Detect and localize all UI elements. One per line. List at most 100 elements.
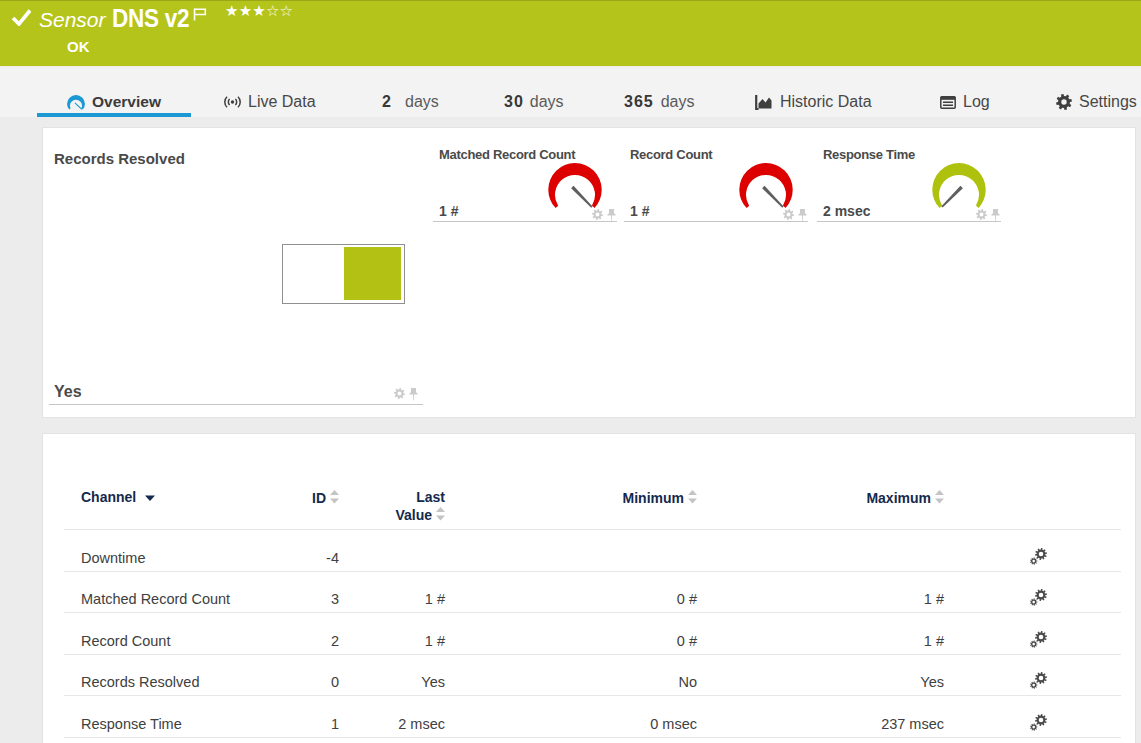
column-header-label-id: ID (312, 490, 326, 506)
tab-settings[interactable]: Settings (1056, 90, 1137, 114)
priority-flag-icon[interactable] (193, 7, 207, 25)
cell-minimum: 0 # (445, 571, 697, 613)
tab-365-days-label: days (661, 93, 695, 111)
tab-2-days-label: days (405, 93, 439, 111)
channels-table-header-row: Channel ID LastValue Minimum Maximum (64, 484, 1121, 530)
cell-id: 1 (249, 696, 339, 738)
column-header-channel[interactable]: Channel (64, 484, 249, 530)
gauge-widget-response-time: Response Time 2 msec (817, 140, 1001, 230)
sensor-status-header: Sensor DNS v2 ★★★☆☆ OK (0, 0, 1141, 66)
tab-log-label: Log (963, 93, 990, 111)
cell-last-value: 1 # (339, 613, 445, 655)
tab-365-days-number: 365 (624, 93, 654, 111)
gauge-needle (762, 186, 783, 208)
cell-channel[interactable]: Matched Record Count (64, 571, 249, 613)
tab-historic-data-label: Historic Data (780, 93, 872, 111)
widget-gear-icon[interactable] (976, 209, 987, 220)
column-header-last-value[interactable]: LastValue (339, 484, 445, 530)
cell-channel[interactable]: Records Resolved (64, 654, 249, 696)
cell-channel-settings (944, 654, 1121, 696)
cell-id: 3 (249, 571, 339, 613)
cell-last-value: 2 msec (339, 696, 445, 738)
channel-settings-gear-icon[interactable] (1030, 672, 1047, 689)
cell-maximum: 1 # (697, 571, 944, 613)
channel-settings-gear-icon[interactable] (1030, 589, 1047, 606)
gauge-value: 1 # (630, 203, 649, 219)
table-row[interactable]: Matched Record Count 3 1 # 0 # 1 # (64, 571, 1121, 613)
column-header-label-minimum: Minimum (623, 490, 684, 506)
column-header-label-last-line1: Last (416, 489, 445, 505)
column-header-id[interactable]: ID (249, 484, 339, 530)
cell-last-value (339, 530, 445, 572)
gauge-widget-underline (624, 221, 808, 222)
column-header-settings (944, 484, 1121, 530)
widget-pin-icon[interactable] (409, 388, 418, 401)
cell-maximum (697, 530, 944, 572)
widget-gear-icon[interactable] (783, 209, 794, 220)
cell-channel[interactable]: Record Count (64, 613, 249, 655)
widget-gear-icon[interactable] (394, 388, 405, 399)
log-icon (940, 96, 956, 109)
tab-30-days-label: days (530, 93, 564, 111)
tab-2-days[interactable]: 2 days (372, 90, 439, 114)
boolean-gauge-yes-block (344, 247, 401, 300)
tab-log[interactable]: Log (940, 90, 990, 114)
tab-2-days-number: 2 (372, 93, 392, 111)
cell-minimum: No (445, 654, 697, 696)
tab-365-days[interactable]: 365 days (624, 90, 695, 114)
sort-toggle-icon (935, 490, 944, 504)
cell-id: 0 (249, 654, 339, 696)
column-header-maximum[interactable]: Maximum (697, 484, 944, 530)
radial-gauge (548, 163, 602, 211)
gauge-title: Record Count (630, 147, 712, 162)
gauge-needle (941, 186, 962, 208)
table-row[interactable]: Record Count 2 1 # 0 # 1 # (64, 613, 1121, 655)
cell-maximum: 1 # (697, 613, 944, 655)
tab-30-days[interactable]: 30 days (504, 90, 564, 114)
cell-channel[interactable]: Downtime (64, 530, 249, 572)
table-row[interactable]: Records Resolved 0 Yes No Yes (64, 654, 1121, 696)
live-data-icon (224, 96, 241, 108)
page-title: Sensor DNS v2 (39, 1, 197, 39)
tab-live-data[interactable]: Live Data (224, 90, 316, 114)
sensor-kind-label: Sensor (39, 1, 106, 39)
cell-id: -4 (249, 530, 339, 572)
sensor-name: DNS v2 (112, 4, 189, 33)
historic-chart-icon (755, 95, 773, 110)
widget-gear-icon[interactable] (592, 209, 603, 220)
sort-toggle-icon (436, 507, 445, 521)
gauge-widget-underline (817, 221, 1001, 222)
tab-30-days-number: 30 (504, 93, 524, 111)
primary-channel-title: Records Resolved (54, 150, 185, 167)
primary-channel-value: Yes (54, 383, 82, 401)
primary-channel-widget-icons (394, 388, 418, 401)
radial-gauge (932, 163, 986, 211)
gauge-widget-matched-record-count: Matched Record Count 1 # (433, 140, 617, 230)
sort-toggle-icon (688, 490, 697, 504)
cell-channel-settings (944, 613, 1121, 655)
tab-overview[interactable]: Overview (37, 90, 191, 114)
radial-gauge (739, 163, 793, 211)
channel-settings-gear-icon[interactable] (1030, 714, 1047, 731)
cell-last-value: 1 # (339, 571, 445, 613)
sensor-status-text: OK (67, 38, 90, 55)
gauge-widget-underline (433, 221, 617, 222)
table-row[interactable]: Response Time 1 2 msec 0 msec 237 msec (64, 696, 1121, 738)
settings-gear-icon (1056, 94, 1072, 110)
cell-channel[interactable]: Response Time (64, 696, 249, 738)
cell-id: 2 (249, 613, 339, 655)
gauge-value: 2 msec (823, 203, 870, 219)
tab-settings-label: Settings (1079, 93, 1137, 111)
gauge-widget-record-count: Record Count 1 # (624, 140, 808, 230)
priority-stars[interactable]: ★★★☆☆ (225, 4, 293, 19)
column-header-label-channel: Channel (81, 489, 136, 505)
primary-widget-underline (49, 404, 423, 405)
column-header-minimum[interactable]: Minimum (445, 484, 697, 530)
channel-settings-gear-icon[interactable] (1030, 548, 1047, 565)
tab-overview-label: Overview (92, 93, 161, 111)
channel-settings-gear-icon[interactable] (1030, 631, 1047, 648)
cell-last-value: Yes (339, 654, 445, 696)
sort-toggle-icon (330, 490, 339, 504)
tab-historic-data[interactable]: Historic Data (755, 90, 872, 114)
table-row[interactable]: Downtime -4 (64, 530, 1121, 572)
